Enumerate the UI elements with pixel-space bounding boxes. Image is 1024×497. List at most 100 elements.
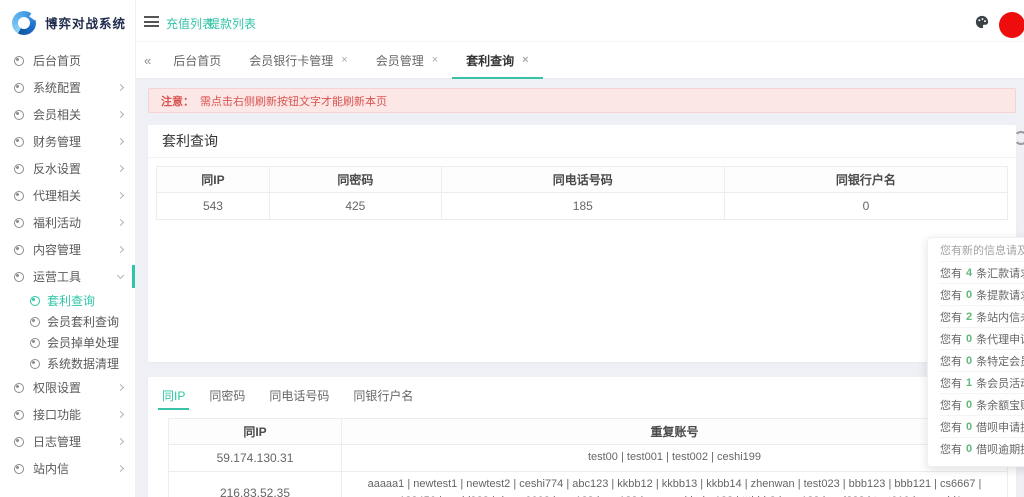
circle-icon [14,137,24,147]
sidebar-subitem-arbitrage-query[interactable]: 套利查询 [0,290,135,311]
notification-count: 0 [966,289,972,301]
sidebar-subitem-member-arbitrage-query[interactable]: 会员套利查询 [0,311,135,332]
notification-item-member-activity[interactable]: 您有1条会员活动申请 [940,372,1024,394]
chevron-right-icon [117,219,124,226]
notification-item-messages[interactable]: 您有2条站内信未处理 [940,306,1024,328]
circle-icon [14,245,24,255]
circle-icon [14,56,24,66]
summary-header-row: 同IP 同密码 同电话号码 同银行户名 [157,167,1008,193]
sidebar-item-agent[interactable]: 代理相关 [0,182,135,209]
sidebar-item-content[interactable]: 内容管理 [0,236,135,263]
circle-icon [14,110,24,120]
col-same-ip: 同IP [169,419,342,445]
circle-icon [14,437,24,447]
notification-item-yuebao[interactable]: 您有0条余额宝购买提醒 [940,394,1024,416]
notification-item-remittance[interactable]: 您有4条汇款请求未处理 [940,262,1024,284]
detail-tab-same-ip[interactable]: 同IP [162,387,185,412]
sidebar-submenu-operations: 套利查询 会员套利查询 会员掉单处理 系统数据清理 [0,290,135,374]
same-bank-name-count: 0 [724,193,1007,220]
notification-count: 0 [966,399,972,411]
circle-icon [14,464,24,474]
notification-item-withdrawals[interactable]: 您有0条提款请求未处理 [940,284,1024,306]
tab-member-mgmt[interactable]: 会员管理 × [362,42,452,79]
app-logo-icon [12,11,36,35]
arbitrage-detail-panel: 同IP 同密码 同电话号码 同银行户名 同IP 重复账号 59.174.130.… [148,377,1016,497]
refresh-icon[interactable] [1014,131,1024,145]
sidebar-subitem-system-data-clean[interactable]: 系统数据清理 [0,353,135,374]
notification-header: 您有新的信息请及时处理 [940,238,1024,262]
chevron-right-icon [117,246,124,253]
chevron-right-icon [117,384,124,391]
notification-item-member-login[interactable]: 您有0条特定会员登录提醒 [940,350,1024,372]
detail-table: 同IP 重复账号 59.174.130.31 test00 | test001 … [168,418,1008,497]
circle-icon [14,272,24,282]
sidebar-item-rebate[interactable]: 反水设置 [0,155,135,182]
summary-table: 同IP 同密码 同电话号码 同银行户名 543 425 185 0 [156,166,1008,220]
notice-text: 需点击右侧刷新按钮文字才能刷新本页 [200,93,387,109]
sidebar-item-logs[interactable]: 日志管理 [0,428,135,455]
app-window: 博弈对战系统 后台首页 系统配置 会员相关 财务管理 [0,0,1024,497]
withdraw-list-link[interactable]: 提款列表 [208,15,256,32]
detail-tab-same-phone[interactable]: 同电话号码 [269,387,329,412]
user-avatar[interactable] [999,12,1024,38]
notice-banner: 注意： 需点击右侧刷新按钮文字才能刷新本页 [148,88,1016,113]
col-same-ip: 同IP [157,167,270,193]
detail-tab-same-bank-name[interactable]: 同银行户名 [353,387,413,412]
circle-icon [14,218,24,228]
hamburger-menu-icon[interactable] [144,16,159,27]
chevron-down-icon [117,272,124,279]
tab-home[interactable]: 后台首页 [159,42,235,79]
chevron-right-icon [117,192,124,199]
app-title: 博弈对战系统 [45,13,126,32]
chevron-right-icon [117,111,124,118]
tab-bar: « 后台首页 会员银行卡管理 × 会员管理 × 套利查询 × [136,42,1024,79]
circle-icon [30,317,40,327]
notification-item-loan-apply[interactable]: 您有0借呗申请提醒 [940,416,1024,438]
circle-icon [14,191,24,201]
sidebar-item-permissions[interactable]: 权限设置 [0,374,135,401]
close-icon[interactable]: × [341,54,347,66]
sidebar-item-interface[interactable]: 接口功能 [0,401,135,428]
panel-title: 套利查询 [148,125,1016,158]
theme-palette-icon[interactable] [975,15,989,29]
sidebar-subitem-member-order-fix[interactable]: 会员掉单处理 [0,332,135,353]
topbar: 充值列表 提款列表 [136,0,1024,42]
sidebar-menu: 后台首页 系统配置 会员相关 财务管理 反水设置 [0,45,135,482]
detail-tab-same-password[interactable]: 同密码 [209,387,245,412]
notification-popup: 您有新的信息请及时处理 您有4条汇款请求未处理 您有0条提款请求未处理 您有2条… [927,237,1024,467]
sidebar-item-welfare[interactable]: 福利活动 [0,209,135,236]
sidebar: 博弈对战系统 后台首页 系统配置 会员相关 财务管理 [0,0,136,497]
table-row: 216.83.52.35 aaaaa1 | newtest1 | newtest… [169,472,1008,497]
notification-count: 0 [966,333,972,345]
detail-header-row: 同IP 重复账号 [169,419,1008,445]
sidebar-item-operations[interactable]: 运营工具 [0,263,135,290]
notification-count: 2 [966,311,972,323]
same-phone-count: 185 [441,193,724,220]
tab-arbitrage-query[interactable]: 套利查询 × [452,42,542,79]
chevron-right-icon [117,165,124,172]
recharge-list-link[interactable]: 充值列表 [166,15,214,32]
sidebar-item-home[interactable]: 后台首页 [0,47,135,74]
sidebar-item-system-config[interactable]: 系统配置 [0,74,135,101]
close-icon[interactable]: × [522,54,528,66]
sidebar-item-member[interactable]: 会员相关 [0,101,135,128]
sidebar-item-finance[interactable]: 财务管理 [0,128,135,155]
chevron-right-icon [117,465,124,472]
notice-prefix: 注意： [161,93,194,109]
notification-count: 0 [966,443,972,455]
same-ip-count: 543 [157,193,270,220]
collapse-tabs-icon[interactable]: « [144,54,151,67]
sidebar-item-messages[interactable]: 站内信 [0,455,135,482]
ip-cell: 216.83.52.35 [169,472,342,497]
notification-item-agent-apply[interactable]: 您有0条代理申请未处理 [940,328,1024,350]
table-row: 59.174.130.31 test00 | test001 | test002… [169,445,1008,472]
close-icon[interactable]: × [432,54,438,66]
active-indicator [132,265,135,288]
notification-item-loan-overdue[interactable]: 您有0借呗逾期提醒 [940,438,1024,460]
notification-count: 0 [966,421,972,433]
tab-bank-card-mgmt[interactable]: 会员银行卡管理 × [235,42,361,79]
accounts-cell: test00 | test001 | test002 | ceshi199 [342,445,1008,472]
same-password-count: 425 [269,193,441,220]
circle-icon [30,359,40,369]
chevron-right-icon [117,411,124,418]
